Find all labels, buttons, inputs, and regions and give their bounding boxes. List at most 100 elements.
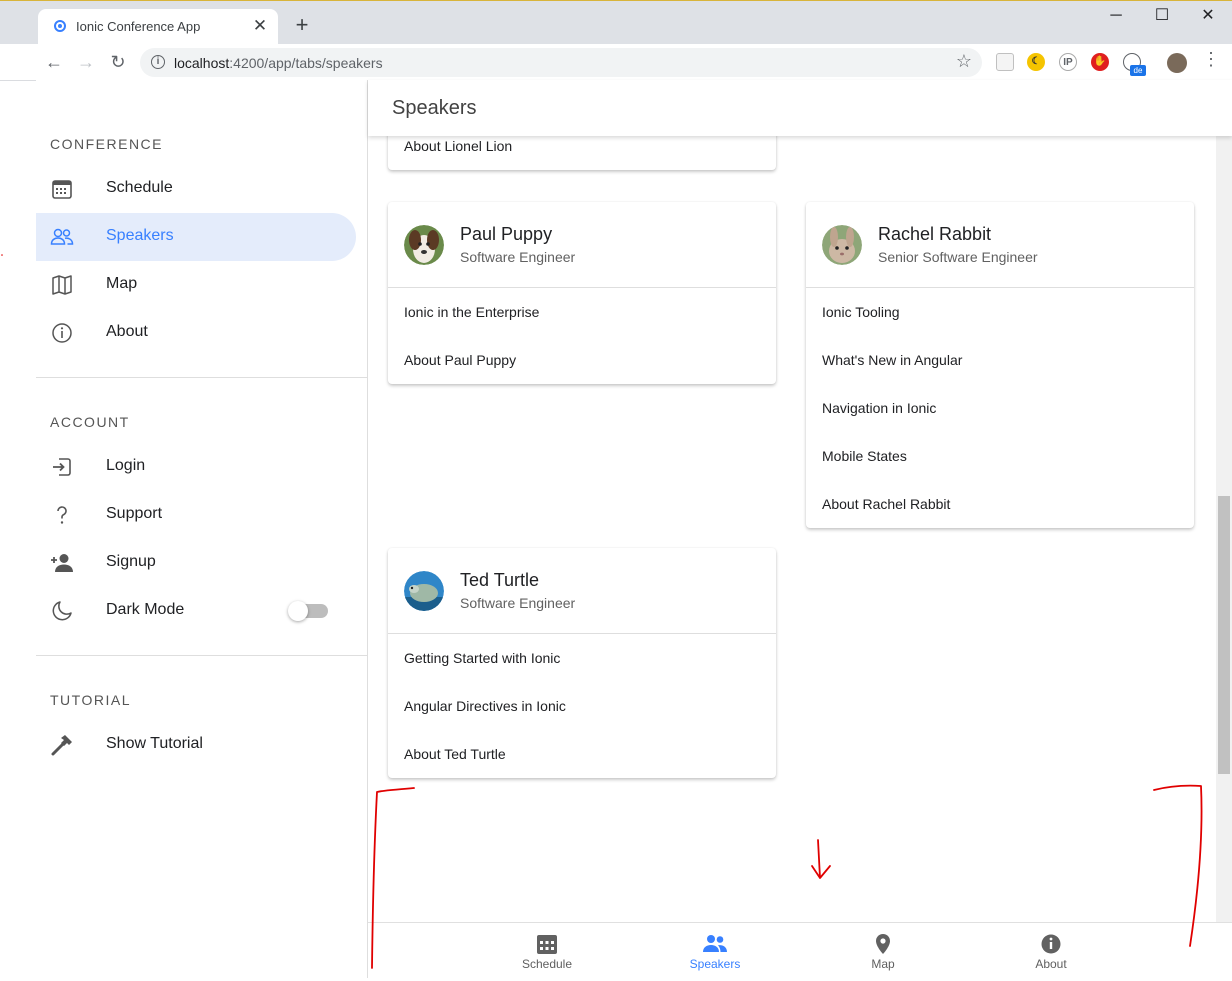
speaker-avatar xyxy=(404,571,444,611)
ionic-favicon-icon xyxy=(54,20,66,32)
help-icon xyxy=(57,506,67,524)
browser-menu-icon[interactable]: ⋮ xyxy=(1202,49,1220,70)
menu-item-dark-mode[interactable]: Dark Mode xyxy=(36,587,356,635)
session-item[interactable]: Ionic in the Enterprise xyxy=(388,288,776,336)
session-item[interactable]: About Rachel Rabbit xyxy=(806,480,1194,528)
speaker-name: Rachel Rabbit xyxy=(878,224,992,244)
session-item[interactable]: About Ted Turtle xyxy=(388,730,776,778)
menu-header-conference: CONFERENCE xyxy=(50,136,164,152)
calendar-icon xyxy=(52,180,72,199)
menu-label-support: Support xyxy=(106,505,163,522)
browser-tab-title: Ionic Conference App xyxy=(76,19,201,34)
forward-button[interactable]: → xyxy=(74,50,98,74)
session-item[interactable]: Ionic Tooling xyxy=(806,288,1194,336)
info-icon xyxy=(52,323,72,343)
speaker-card-ted: Ted Turtle Software Engineer Getting Sta… xyxy=(388,548,776,778)
speaker-role: Software Engineer xyxy=(460,595,576,611)
tab-label-about: About xyxy=(1035,957,1067,971)
menu-label-about: About xyxy=(106,323,148,340)
pocket-extension-icon[interactable] xyxy=(996,53,1014,71)
speaker-card-paul: Paul Puppy Software Engineer Ionic in th… xyxy=(388,202,776,384)
tab-map[interactable]: Map xyxy=(823,923,943,979)
night-mode-extension-icon[interactable]: ☾ xyxy=(1027,53,1045,71)
adblock-extension-icon[interactable]: ✋ xyxy=(1091,53,1109,71)
location-icon xyxy=(876,934,890,954)
tab-speakers[interactable]: Speakers xyxy=(655,923,775,979)
tab-bar: Schedule Speakers Map About xyxy=(368,922,1232,978)
menu-label-dark-mode: Dark Mode xyxy=(106,601,185,618)
main-pane: Speakers About Lionel Lion Paul Puppy So… xyxy=(368,80,1232,978)
speaker-card-rachel: Rachel Rabbit Senior Software Engineer I… xyxy=(806,202,1194,528)
window-maximize-button[interactable]: ☐ xyxy=(1150,5,1174,27)
new-tab-button[interactable]: + xyxy=(292,14,312,36)
menu-item-schedule[interactable]: Schedule xyxy=(36,165,356,213)
site-info-icon[interactable]: i xyxy=(151,55,165,69)
speaker-role: Senior Software Engineer xyxy=(878,249,1038,265)
back-button[interactable]: ← xyxy=(42,50,66,74)
map-icon xyxy=(52,275,72,295)
session-item[interactable]: Navigation in Ionic xyxy=(806,384,1194,432)
tab-label-speakers: Speakers xyxy=(689,957,741,971)
url-path: :4200/app/tabs/speakers xyxy=(229,55,383,71)
speaker-card-header[interactable]: Ted Turtle Software Engineer xyxy=(388,548,776,634)
menu-item-about[interactable]: About xyxy=(36,309,356,357)
url-host: localhost xyxy=(174,55,230,71)
menu-label-schedule: Schedule xyxy=(106,179,173,196)
reload-button[interactable]: ↻ xyxy=(106,50,130,74)
menu-item-support[interactable]: Support xyxy=(36,491,356,539)
close-tab-icon[interactable]: ✕ xyxy=(250,16,270,36)
speaker-card-header[interactable]: Rachel Rabbit Senior Software Engineer xyxy=(806,202,1194,288)
session-item[interactable]: About Lionel Lion xyxy=(388,136,776,170)
browser-tab[interactable]: Ionic Conference App ✕ xyxy=(38,9,278,44)
menu-header-tutorial: TUTORIAL xyxy=(50,692,131,708)
language-badge: de xyxy=(1130,65,1146,76)
tab-label-map: Map xyxy=(871,957,895,971)
people-icon xyxy=(703,935,727,952)
person-add-icon xyxy=(51,554,73,572)
speaker-avatar xyxy=(404,225,444,265)
content-scrollbar[interactable] xyxy=(1216,136,1232,922)
info-icon xyxy=(1041,934,1061,954)
scrollbar-thumb[interactable] xyxy=(1218,496,1230,774)
login-icon xyxy=(53,458,71,476)
speaker-card-lionel: About Lionel Lion xyxy=(388,136,776,170)
menu-label-signup: Signup xyxy=(106,553,156,570)
window-minimize-button[interactable]: ─ xyxy=(1104,5,1128,27)
session-item[interactable]: Angular Directives in Ionic xyxy=(388,682,776,730)
calendar-icon xyxy=(537,935,557,954)
menu-header-account: ACCOUNT xyxy=(50,414,130,430)
menu-label-speakers: Speakers xyxy=(106,227,174,244)
page-header: Speakers xyxy=(368,80,1232,136)
dark-mode-toggle[interactable] xyxy=(288,601,328,621)
menu-label-login: Login xyxy=(106,457,146,474)
address-bar[interactable]: i localhost:4200/app/tabs/speakers ☆ xyxy=(140,48,982,77)
window-close-button[interactable]: ✕ xyxy=(1196,5,1220,27)
ip-extension-icon[interactable]: IP xyxy=(1059,53,1077,71)
session-item[interactable]: About Paul Puppy xyxy=(388,336,776,384)
session-item[interactable]: What's New in Angular xyxy=(806,336,1194,384)
menu-item-signup[interactable]: Signup xyxy=(36,539,356,587)
menu-item-speakers[interactable]: Speakers xyxy=(36,213,356,261)
session-item[interactable]: Mobile States xyxy=(806,432,1194,480)
session-item[interactable]: Getting Started with Ionic xyxy=(388,634,776,682)
tab-label-schedule: Schedule xyxy=(521,957,573,971)
hammer-icon xyxy=(51,735,72,756)
bookmark-star-icon[interactable]: ☆ xyxy=(956,51,972,72)
speaker-role: Software Engineer xyxy=(460,249,576,265)
speaker-card-header[interactable]: Paul Puppy Software Engineer xyxy=(388,202,776,288)
menu-item-show-tutorial[interactable]: Show Tutorial xyxy=(36,721,356,769)
browser-toolbar: ← → ↻ i localhost:4200/app/tabs/speakers… xyxy=(0,44,1232,81)
side-menu: CONFERENCE Schedule Speakers Map About A… xyxy=(36,80,368,978)
menu-item-map[interactable]: Map xyxy=(36,261,356,309)
menu-item-login[interactable]: Login xyxy=(36,443,356,491)
speaker-name: Paul Puppy xyxy=(460,224,553,244)
tab-about[interactable]: About xyxy=(991,923,1111,979)
speaker-name: Ted Turtle xyxy=(460,570,540,590)
tab-schedule[interactable]: Schedule xyxy=(487,923,607,979)
menu-label-show-tutorial: Show Tutorial xyxy=(106,735,203,752)
toggle-knob xyxy=(288,601,308,621)
moon-icon xyxy=(52,601,72,621)
speaker-list[interactable]: About Lionel Lion Paul Puppy Software En… xyxy=(368,136,1216,922)
menu-divider xyxy=(36,377,368,378)
profile-avatar[interactable] xyxy=(1167,53,1187,73)
